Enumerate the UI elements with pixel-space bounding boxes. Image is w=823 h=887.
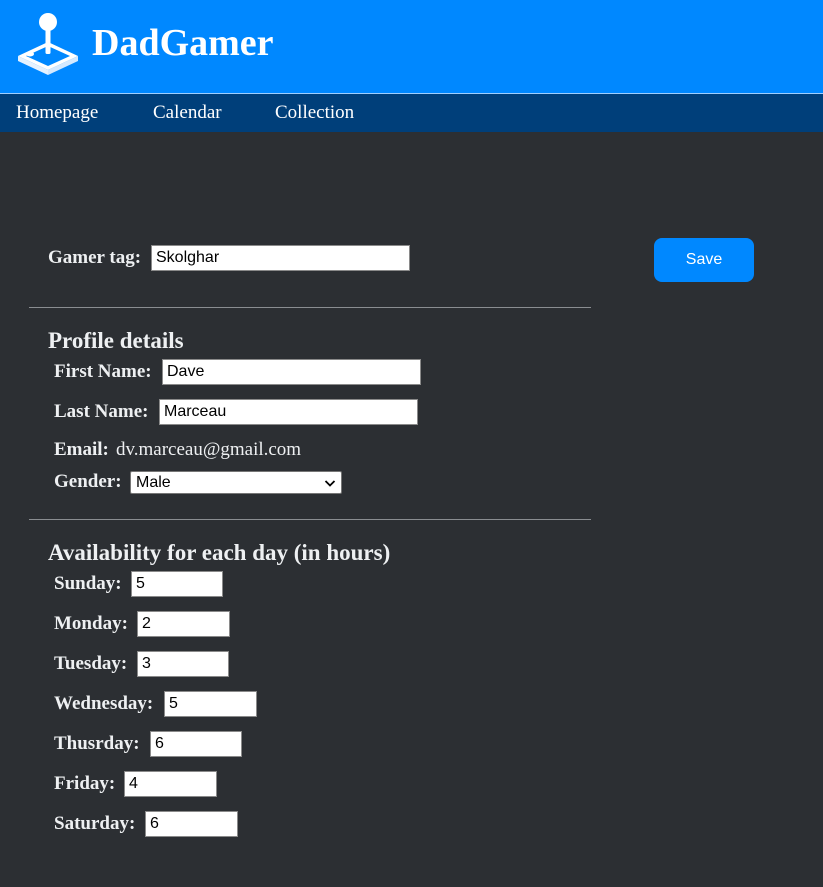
- first-name-input[interactable]: [162, 359, 421, 385]
- monday-hours-input[interactable]: [137, 611, 230, 637]
- sunday-hours-input[interactable]: [131, 571, 223, 597]
- saturday-hours-input[interactable]: [145, 811, 238, 837]
- nav-item-collection[interactable]: Collection: [275, 94, 354, 132]
- tuesday-hours-input[interactable]: [137, 651, 229, 677]
- saturday-label: Saturday:: [54, 813, 136, 834]
- brand-title: DadGamer: [92, 22, 274, 64]
- tuesday-label: Tuesday:: [54, 653, 128, 674]
- gamer-tag-label: Gamer tag:: [48, 247, 142, 268]
- last-name-label: Last Name:: [54, 401, 149, 422]
- availability-heading: Availability for each day (in hours): [48, 540, 391, 565]
- sunday-label: Sunday:: [54, 573, 122, 594]
- joystick-icon: [18, 13, 78, 75]
- chevron-down-icon: [324, 480, 336, 487]
- wednesday-label: Wednesday:: [54, 693, 154, 714]
- friday-hours-input[interactable]: [124, 771, 217, 797]
- wednesday-hours-input[interactable]: [164, 691, 257, 717]
- gamer-tag-input[interactable]: [151, 245, 410, 271]
- email-value: dv.marceau@gmail.com: [116, 439, 302, 460]
- gender-selected-value: Male: [136, 474, 171, 491]
- main-nav: Homepage Calendar Collection: [0, 94, 823, 132]
- last-name-input[interactable]: [159, 399, 418, 425]
- save-button[interactable]: Save: [654, 238, 754, 282]
- nav-item-calendar[interactable]: Calendar: [153, 94, 222, 132]
- thursday-hours-input[interactable]: [150, 731, 242, 757]
- profile-details-heading: Profile details: [48, 328, 184, 353]
- nav-item-homepage[interactable]: Homepage: [16, 94, 98, 132]
- app-header: DadGamer: [0, 0, 823, 94]
- divider: [29, 307, 591, 308]
- monday-label: Monday:: [54, 613, 128, 634]
- friday-label: Friday:: [54, 773, 116, 794]
- first-name-label: First Name:: [54, 361, 152, 382]
- thursday-label: Thusrday:: [54, 733, 140, 754]
- email-label: Email:: [54, 439, 109, 460]
- gender-select[interactable]: Male: [130, 471, 342, 494]
- gender-label: Gender:: [54, 471, 122, 492]
- divider: [29, 519, 591, 520]
